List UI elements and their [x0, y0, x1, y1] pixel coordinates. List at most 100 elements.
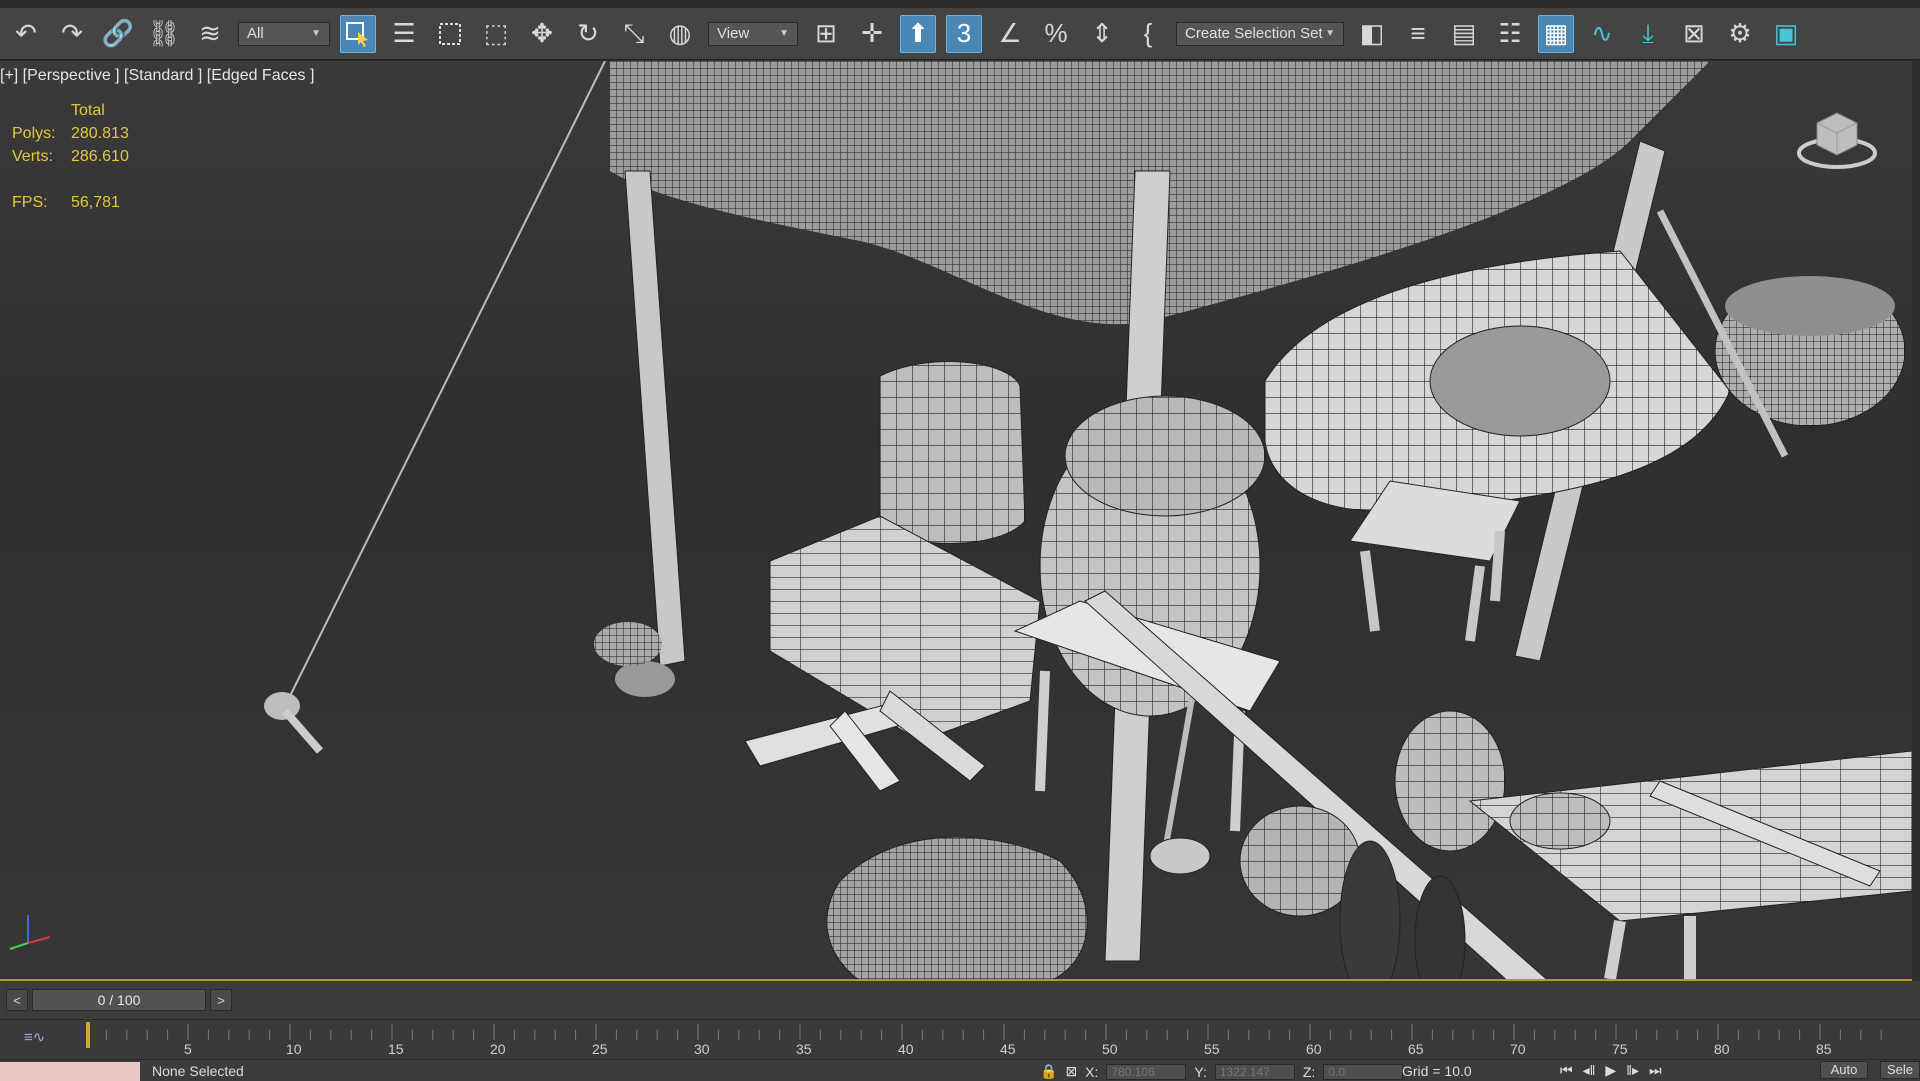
viewcube-icon[interactable]	[1792, 93, 1882, 173]
polys-value: 280.813	[71, 124, 129, 142]
fps-label: FPS:	[12, 193, 48, 211]
barrel	[879, 361, 1026, 544]
time-next-button[interactable]: >	[210, 989, 232, 1011]
stats-header: Total	[71, 101, 105, 119]
stone-oven	[1264, 250, 1731, 512]
keyboard-shortcut-override-icon[interactable]: ⬆	[900, 14, 936, 53]
rectangular-selection-icon[interactable]	[432, 15, 468, 53]
select-object-icon[interactable]	[340, 14, 376, 53]
pivot-center-icon[interactable]: ⊞	[808, 15, 844, 53]
ruler-tick-label: 35	[796, 1041, 812, 1057]
z-coordinate-field[interactable]: 0.0	[1323, 1063, 1404, 1080]
menu-bar[interactable]	[0, 0, 1920, 8]
verts-value: 286.610	[71, 147, 129, 165]
basket	[1714, 275, 1906, 427]
redo-icon[interactable]: ↷	[54, 15, 90, 53]
firewood-crate	[744, 515, 1041, 792]
ruler-tick-label: 55	[1204, 1041, 1220, 1057]
time-slider-thumb[interactable]: 0 / 100	[32, 989, 206, 1011]
go-to-end-icon[interactable]: ⏭	[1649, 1062, 1662, 1079]
named-selection-set-value: Create Selection Set	[1185, 25, 1323, 42]
snaps-toggle-icon[interactable]: 3	[946, 14, 982, 53]
auto-key-button[interactable]: Auto	[1820, 1061, 1868, 1079]
rendered-frame-window-icon[interactable]: ▣	[1768, 15, 1804, 53]
x-coordinate-field[interactable]: 780.106	[1106, 1063, 1187, 1080]
time-prev-button[interactable]: <	[6, 989, 28, 1011]
select-manipulate-icon[interactable]: ✛	[854, 15, 890, 53]
fps-value: 56,781	[71, 193, 120, 211]
edit-named-selection-icon[interactable]: {	[1130, 15, 1166, 53]
angle-snap-icon[interactable]: ∠	[992, 15, 1028, 53]
named-selection-set-dropdown[interactable]: Create Selection Set ▼	[1176, 21, 1344, 46]
spinner-snap-icon[interactable]: ⇕	[1084, 15, 1120, 53]
go-to-start-icon[interactable]: ⏮	[1560, 1062, 1573, 1079]
main-toolbar: ↶ ↷ 🔗 ⛓ ≋ All ▼ ☰ ⬚ ✥ ↻ ⤡ ◍ View ▼ ⊞ ✛ ⬆ 3…	[0, 8, 1920, 60]
schematic-view-icon[interactable]: ⤓	[1630, 15, 1666, 53]
ruler-tick-label: 15	[388, 1041, 404, 1057]
ruler-tick-label: 20	[490, 1041, 506, 1057]
axis-gizmo-icon	[9, 915, 51, 950]
ruler-tick-label: 30	[694, 1041, 710, 1057]
ruler-tick-label: 75	[1612, 1041, 1628, 1057]
viewport-statistics: Total Polys: 280.813 Verts: 286.610 FPS: 56…	[12, 99, 129, 214]
material-editor-icon[interactable]: ⊠	[1676, 15, 1712, 53]
time-slider[interactable]: < 0 / 100 >	[6, 989, 232, 1011]
play-icon[interactable]: ▶	[1605, 1062, 1616, 1079]
y-coordinate-field[interactable]: 1322.147	[1214, 1063, 1295, 1080]
chevron-down-icon: ▼	[779, 28, 789, 39]
ruler-tick-label: 80	[1714, 1041, 1730, 1057]
ruler-tick-label: 65	[1408, 1041, 1424, 1057]
viewport-label[interactable]: [+] [Perspective ] [Standard ] [Edged Fa…	[0, 67, 314, 85]
track-bar[interactable]: ≡∿ 5 10 15 20 25 30 35 40 45 50 55 60 65 70 75 80 85	[0, 1019, 1920, 1060]
playback-controls: ⏮ ◂‖ ▶ ‖▸ ⏭	[1560, 1062, 1662, 1079]
selection-status: None Selected	[152, 1063, 244, 1079]
perspective-viewport[interactable]: [+] [Perspective ] [Standard ] [Edged Fa…	[0, 61, 1912, 981]
selection-filter-value: All	[247, 25, 264, 42]
ruler-tick-label: 45	[1000, 1041, 1016, 1057]
rotate-icon[interactable]: ↻	[570, 15, 606, 53]
previous-frame-icon[interactable]: ◂‖	[1583, 1062, 1596, 1079]
next-frame-icon[interactable]: ‖▸	[1626, 1062, 1639, 1079]
percent-snap-icon[interactable]: %	[1038, 15, 1074, 53]
ruler-tick-label: 25	[592, 1041, 608, 1057]
maxscript-listener[interactable]	[0, 1062, 140, 1081]
ribbon-toggle-icon[interactable]: ▦	[1538, 14, 1574, 53]
x-label: X:	[1085, 1063, 1099, 1080]
ruler-tick-label: 5	[184, 1041, 192, 1057]
window-crossing-icon[interactable]: ⬚	[478, 15, 514, 53]
scene-explorer-icon[interactable]: ▤	[1446, 15, 1482, 53]
polys-label: Polys:	[12, 124, 56, 142]
chevron-down-icon: ▼	[1325, 28, 1335, 39]
selected-key-button[interactable]: Sele	[1880, 1061, 1920, 1079]
select-by-name-icon[interactable]: ☰	[386, 15, 422, 53]
selection-filter-dropdown[interactable]: All ▼	[238, 21, 330, 46]
place-icon[interactable]: ◍	[662, 15, 698, 53]
align-icon[interactable]: ≡	[1400, 15, 1436, 53]
mirror-icon[interactable]: ◧	[1354, 15, 1390, 53]
track-ruler[interactable]: 5 10 15 20 25 30 35 40 45 50 55 60 65 70 75 80 85	[86, 1020, 1920, 1060]
curve-editor-icon[interactable]: ∿	[1584, 15, 1620, 53]
reference-coordinate-dropdown[interactable]: View ▼	[708, 21, 798, 46]
hanging-rack	[1084, 590, 1548, 979]
mini-curve-editor-icon[interactable]: ≡∿	[24, 1028, 45, 1046]
flour-sacks	[826, 836, 1088, 979]
scene-wireframe	[264, 61, 1912, 979]
move-icon[interactable]: ✥	[524, 15, 560, 53]
transform-coordinates: 🔒 ⊠ X: 780.106 Y: 1322.147 Z: 0.0	[1040, 1063, 1404, 1080]
layer-explorer-icon[interactable]: ☷	[1492, 15, 1528, 53]
ruler-tick-label: 70	[1510, 1041, 1526, 1057]
absolute-mode-icon[interactable]: ⊠	[1065, 1063, 1077, 1080]
current-frame-marker[interactable]	[86, 1022, 90, 1048]
undo-icon[interactable]: ↶	[8, 15, 44, 53]
scale-icon[interactable]: ⤡	[616, 15, 652, 53]
lock-icon[interactable]: 🔒	[1040, 1063, 1057, 1080]
unlink-icon[interactable]: ⛓	[146, 15, 182, 53]
ruler-tick-label: 50	[1102, 1041, 1118, 1057]
reference-coordinate-value: View	[717, 25, 750, 42]
render-setup-icon[interactable]: ⚙	[1722, 15, 1758, 53]
work-table	[1468, 750, 1912, 979]
link-icon[interactable]: 🔗	[100, 15, 136, 53]
bind-space-warp-icon[interactable]: ≋	[192, 15, 228, 53]
y-label: Y:	[1194, 1063, 1207, 1080]
verts-label: Verts:	[12, 147, 53, 165]
